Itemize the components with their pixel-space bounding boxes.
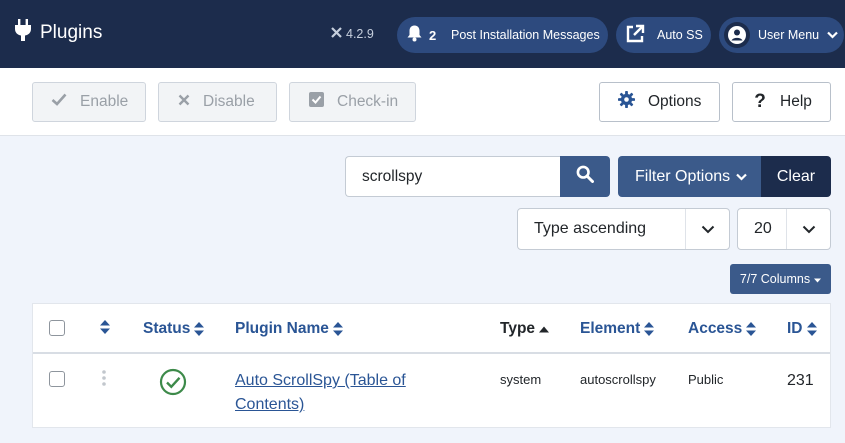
column-access-label: Access (688, 320, 743, 337)
sort-icon (746, 322, 757, 336)
user-menu-button[interactable]: User Menu (719, 17, 844, 53)
plugin-access: Public (688, 372, 724, 387)
help-button[interactable]: ? Help (732, 82, 831, 122)
sort-icon (194, 322, 205, 336)
times-icon (178, 93, 190, 111)
select-all-checkbox[interactable] (49, 320, 65, 336)
ordering-sort[interactable] (100, 320, 110, 334)
top-header: Plugins 4.2.9 2 Post Installation Messag… (0, 0, 845, 68)
check-icon (51, 93, 67, 111)
options-button[interactable]: Options (599, 82, 720, 122)
enable-label: Enable (80, 93, 129, 110)
sort-icon (332, 322, 343, 336)
plugin-type: system (500, 372, 542, 387)
column-type-label: Type (500, 320, 536, 337)
version-number: 4.2.9 (346, 27, 374, 41)
column-plugin-name[interactable]: Plugin Name (235, 320, 343, 338)
search-input[interactable] (345, 156, 561, 197)
check-square-icon (309, 92, 324, 112)
column-plugin-name-label: Plugin Name (235, 320, 329, 337)
disable-button[interactable]: Disable (158, 82, 277, 122)
search-icon (576, 165, 594, 188)
enable-button[interactable]: Enable (32, 82, 146, 122)
user-icon (724, 22, 750, 48)
plugins-table: Status Plugin Name Type Element Access I… (32, 303, 831, 428)
row-checkbox[interactable] (49, 371, 65, 387)
chevron-down-icon (827, 28, 838, 42)
column-id-label: ID (787, 320, 803, 337)
sort-icon (644, 322, 655, 336)
table-header: Status Plugin Name Type Element Access I… (33, 304, 830, 354)
brand: Plugins (14, 19, 102, 46)
columns-button[interactable]: 7/7 Columns (730, 264, 831, 294)
column-id[interactable]: ID (787, 320, 817, 338)
toolbar: Enable Disable Check-in Options ? Help (0, 68, 845, 136)
drag-handle-icon[interactable] (101, 370, 107, 391)
options-label: Options (648, 93, 702, 110)
column-type[interactable]: Type (500, 320, 550, 338)
disable-label: Disable (203, 93, 255, 110)
help-label: Help (780, 93, 812, 110)
sort-icon (100, 320, 110, 334)
checkin-label: Check-in (337, 93, 399, 110)
plugin-id: 231 (787, 372, 814, 389)
clear-button[interactable]: Clear (761, 156, 831, 197)
column-access[interactable]: Access (688, 320, 757, 338)
list-limit-value: 20 (754, 220, 772, 237)
post-installation-label: Post Installation Messages (451, 28, 600, 42)
gear-icon (618, 91, 635, 113)
user-menu-label: User Menu (758, 28, 820, 42)
list-limit-select[interactable]: 20 (737, 208, 831, 250)
sort-asc-icon (539, 326, 550, 332)
auto-ss-button[interactable]: Auto SS (616, 17, 711, 53)
page-title: Plugins (40, 21, 103, 43)
column-element[interactable]: Element (580, 320, 655, 338)
plugin-name-link[interactable]: Auto ScrollSpy (Table of Contents) (235, 369, 435, 417)
sort-icon (806, 322, 817, 336)
bell-icon (407, 25, 422, 45)
notification-count: 2 (429, 27, 437, 43)
post-installation-messages-button[interactable]: 2 Post Installation Messages (397, 17, 608, 53)
sort-select[interactable]: Type ascending (517, 208, 730, 250)
chevron-down-icon (786, 209, 830, 249)
chevron-down-icon (736, 168, 747, 186)
status-enabled-icon[interactable] (159, 368, 187, 401)
filter-options-button[interactable]: Filter Options (618, 156, 762, 197)
plugin-element: autoscrollspy (580, 372, 656, 387)
table-row: Auto ScrollSpy (Table of Contents) syste… (33, 356, 830, 428)
plug-icon (14, 19, 32, 46)
checkin-button[interactable]: Check-in (289, 82, 416, 122)
question-icon: ? (754, 91, 766, 112)
columns-label: 7/7 Columns (739, 272, 811, 286)
version-label: 4.2.9 (331, 27, 374, 41)
filter-options-label: Filter Options (635, 167, 731, 185)
joomla-icon (331, 27, 342, 41)
auto-ss-label: Auto SS (657, 28, 703, 42)
column-status-label: Status (143, 320, 191, 337)
search-button[interactable] (560, 156, 610, 197)
caret-down-icon (814, 272, 822, 286)
sort-select-value: Type ascending (534, 220, 647, 237)
column-status[interactable]: Status (143, 320, 205, 338)
column-element-label: Element (580, 320, 641, 337)
chevron-down-icon (685, 209, 729, 249)
external-link-icon (625, 24, 645, 47)
